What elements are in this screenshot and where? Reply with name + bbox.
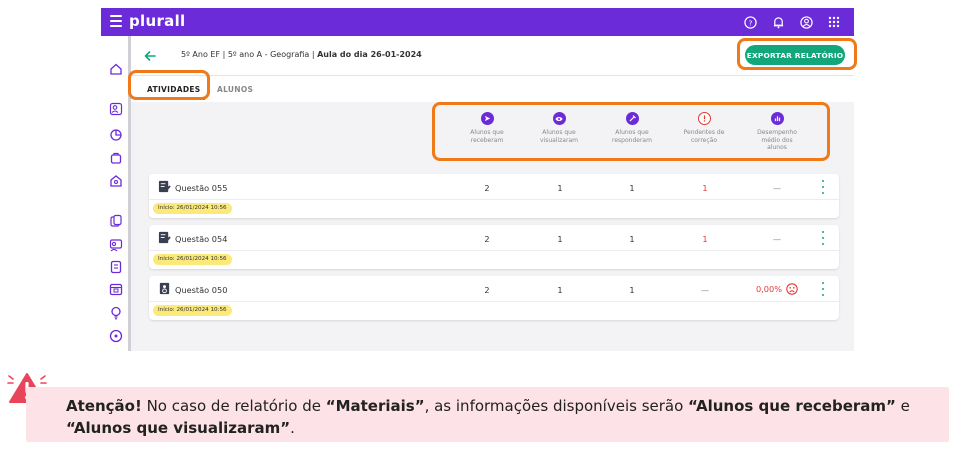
apps-grid-icon[interactable] [826, 14, 842, 30]
menu-icon[interactable] [110, 15, 123, 27]
tab-students[interactable]: ALUNOS [217, 85, 253, 94]
main-content: 5º Ano EF | 5º ano A - Geografia | Aula … [131, 36, 854, 351]
question-title[interactable]: Questão 054 [175, 234, 227, 244]
top-icons: ? [742, 14, 842, 30]
document-icon[interactable] [109, 260, 123, 274]
teacher-icon[interactable] [109, 238, 123, 252]
top-bar: plurall ? [101, 8, 854, 36]
viewed-count: 1 [557, 285, 563, 295]
notice-materials: “Materiais” [325, 397, 425, 415]
answered-count: 1 [629, 183, 635, 193]
start-date-badge: Início: 26/01/2024 10:56 [153, 305, 232, 316]
user-icon[interactable] [798, 14, 814, 30]
received-count: 2 [484, 285, 490, 295]
viewed-count: 1 [557, 234, 563, 244]
bell-icon[interactable] [770, 14, 786, 30]
back-arrow-icon[interactable] [143, 49, 157, 63]
notice-text-part: No caso de relatório de [141, 397, 326, 415]
breadcrumb-current: Aula do dia 26-01-2024 [317, 50, 422, 59]
start-date-badge: Início: 26/01/2024 10:56 [153, 254, 232, 265]
answered-count: 1 [629, 234, 635, 244]
pending-count: — [700, 285, 710, 295]
breadcrumb-path: 5º Ano EF | 5º ano A - Geografia | [181, 50, 315, 59]
lightbulb-icon[interactable] [109, 306, 123, 320]
question-edit-icon [158, 180, 171, 193]
received-count: 2 [484, 234, 490, 244]
start-date-badge: Início: 26/01/2024 10:56 [153, 203, 232, 214]
breadcrumb: 5º Ano EF | 5º ano A - Geografia | Aula … [181, 50, 422, 59]
library-icon[interactable] [109, 214, 123, 228]
bag-icon[interactable] [109, 151, 123, 165]
sad-face-icon [786, 283, 798, 295]
viewed-count: 1 [557, 183, 563, 193]
highlight-export-button [737, 38, 857, 70]
more-options-icon[interactable] [820, 282, 826, 296]
more-options-icon[interactable] [820, 180, 826, 194]
table-row[interactable]: Questão 055 2 1 1 1 — Início: 26/01/2024… [149, 174, 839, 218]
performance-value: — [772, 234, 782, 244]
page: plurall ? 5º Ano EF | 5º ano A - Geograf… [0, 0, 966, 452]
audio-question-icon [159, 282, 170, 295]
pending-count: 1 [702, 183, 708, 193]
table-row[interactable]: Questão 050 2 1 1 — 0,00% Início: 26/01/… [149, 276, 839, 320]
highlight-activities-tab [128, 70, 210, 100]
performance-value: — [772, 183, 782, 193]
table-row[interactable]: Questão 054 2 1 1 1 — Início: 26/01/2024… [149, 225, 839, 269]
question-title[interactable]: Questão 055 [175, 183, 227, 193]
received-count: 2 [484, 183, 490, 193]
home-icon[interactable] [109, 62, 123, 76]
question-edit-icon [158, 231, 171, 244]
calendar-icon[interactable] [109, 282, 123, 296]
notice-text-part: , as informações disponíveis serão [424, 397, 689, 415]
performance-value: 0,00% [756, 284, 783, 294]
notice-text-part: e [895, 397, 910, 415]
notice-attention: Atenção! [66, 397, 142, 415]
attention-notice: Atenção! No caso de relatório de “Materi… [26, 387, 949, 442]
student-icon[interactable] [109, 102, 123, 116]
performance-indicator: 0,00% [756, 283, 798, 295]
svg-text:?: ? [748, 18, 752, 27]
question-title[interactable]: Questão 050 [175, 285, 227, 295]
help-icon[interactable]: ? [742, 14, 758, 30]
sidebar [101, 36, 131, 351]
notice-viewed: “Alunos que visualizaram” [66, 419, 291, 437]
notice-received: “Alunos que receberam” [688, 397, 896, 415]
school-icon[interactable] [109, 174, 123, 188]
pie-chart-icon[interactable] [109, 128, 123, 142]
notice-text-part: . [290, 419, 295, 437]
tab-bar: ATIVIDADES ALUNOS [131, 76, 854, 102]
more-options-icon[interactable] [820, 231, 826, 245]
compass-icon[interactable] [109, 329, 123, 343]
notice-text: Atenção! No caso de relatório de “Materi… [66, 395, 926, 439]
logo: plurall [129, 12, 186, 30]
pending-count: 1 [702, 234, 708, 244]
highlight-stats-header [432, 102, 830, 161]
answered-count: 1 [629, 285, 635, 295]
